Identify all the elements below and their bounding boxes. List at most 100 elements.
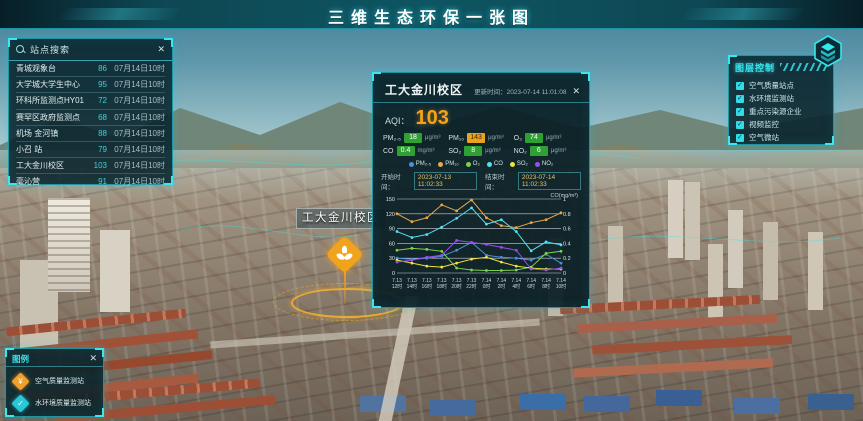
chart-svg: 030609012015000.20.40.60.81CO(mg/m³)7.13… <box>381 193 579 305</box>
layer-panel-title: 图层控制 <box>735 61 775 74</box>
pollutant-cell: PM₁₀ 143 μg/m³ <box>448 133 513 143</box>
station-aqi: 86 <box>87 64 107 73</box>
landmark-building <box>48 198 90 292</box>
station-aqi: 72 <box>87 96 107 105</box>
layer-label: 重点污染源企业 <box>749 106 802 117</box>
station-name: 大学城大学生中心 <box>16 79 87 90</box>
station-name: 毫沁营 <box>16 176 87 187</box>
legend-dot <box>409 162 414 167</box>
end-time-input[interactable]: 2023-07-14 11:02:33 <box>518 172 581 190</box>
svg-text:0.2: 0.2 <box>563 256 571 262</box>
layer-item[interactable]: 重点污染源企业 <box>736 105 826 118</box>
station-aqi: 79 <box>87 145 107 154</box>
layer-item[interactable]: 视频监控 <box>736 118 826 131</box>
checkbox-checked-icon[interactable] <box>736 134 744 142</box>
map-legend-items: ¥空气质量监测站✓水环境质量监测站 <box>6 367 103 417</box>
svg-text:20时: 20时 <box>451 283 462 290</box>
layer-item[interactable]: 空气微站 <box>736 131 826 144</box>
map-legend-item: ✓ 水环境质量监测站 <box>12 392 97 414</box>
svg-text:30: 30 <box>389 256 395 262</box>
station-row[interactable]: 环科所监测点HY01 72 07月14日10时 <box>16 93 165 109</box>
pollutant-cell: SO₂ 8 μg/m³ <box>448 146 513 156</box>
air-station-icon: ¥ <box>11 372 29 390</box>
tower-buildings <box>668 180 683 258</box>
svg-text:90: 90 <box>389 227 395 233</box>
air-station-marker-icon[interactable] <box>325 235 363 273</box>
station-time: 07月14日10时 <box>107 144 165 155</box>
legend-dot <box>510 162 515 167</box>
checkbox-checked-icon[interactable] <box>736 82 744 90</box>
aqi-value: 103 <box>416 107 449 130</box>
chart-legend-item[interactable]: PM₂.₅ <box>409 161 431 167</box>
svg-text:8时: 8时 <box>542 283 550 290</box>
chart-legend-item[interactable]: CO <box>487 161 503 167</box>
station-row[interactable]: 工大金川校区 103 07月14日10时 <box>16 158 165 174</box>
page-title: 三维生态环保一张图 <box>0 4 863 28</box>
station-name: 小召 站 <box>16 144 87 155</box>
map-legend-label: 水环境质量监测站 <box>35 398 91 408</box>
station-time: 07月14日10时 <box>107 112 165 123</box>
station-aqi: 103 <box>87 161 107 170</box>
svg-text:22时: 22时 <box>466 283 477 290</box>
station-name: 工大金川校区 <box>16 160 87 171</box>
station-row[interactable]: 毫沁营 91 07月14日10时 <box>16 174 165 189</box>
layer-item[interactable]: 空气质量站点 <box>736 79 826 92</box>
layer-label: 视频监控 <box>749 119 779 130</box>
svg-text:120: 120 <box>386 212 395 218</box>
station-name: 环科所监测点HY01 <box>16 95 87 106</box>
legend-label: CO <box>494 161 503 167</box>
chart-legend: PM₂.₅ PM₁₀ O₃ CO SO₂ NO₂ <box>373 156 589 169</box>
pollutant-name: PM₂.₅ <box>383 135 401 142</box>
pollutant-cell: NO₂ 6 μg/m³ <box>514 146 579 156</box>
checkbox-checked-icon[interactable] <box>736 95 744 103</box>
pollutant-value-badge: 8 <box>464 146 482 156</box>
station-row[interactable]: 小召 站 79 07月14日10时 <box>16 142 165 158</box>
svg-text:18时: 18时 <box>436 283 447 290</box>
svg-text:12时: 12时 <box>392 283 403 290</box>
svg-text:CO(mg/m³): CO(mg/m³) <box>551 193 579 199</box>
pollutant-name: CO <box>383 148 394 155</box>
pollutant-unit: μg/m³ <box>488 135 503 141</box>
search-icon <box>16 45 25 54</box>
industrial-buildings <box>520 394 566 410</box>
pollutant-trend-chart: 030609012015000.20.40.60.81CO(mg/m³)7.13… <box>373 193 589 305</box>
layer-item[interactable]: 水环境监测站 <box>736 92 826 105</box>
pollutant-value-badge: 74 <box>525 133 543 143</box>
legend-dot <box>535 162 540 167</box>
aqi-row: AQI： 103 <box>373 103 589 130</box>
legend-dot <box>466 162 471 167</box>
start-time-input[interactable]: 2023-07-13 11:02:33 <box>414 172 477 190</box>
pollutant-cell: CO 0.4 mg/m³ <box>383 146 448 156</box>
close-icon[interactable]: ✕ <box>572 87 580 96</box>
pollutant-value-badge: 6 <box>530 146 548 156</box>
pollutant-grid: PM₂.₅ 18 μg/m³PM₁₀ 143 μg/m³O₃ 74 μg/m³C… <box>373 130 589 156</box>
layer-label: 空气质量站点 <box>749 80 794 91</box>
chart-legend-item[interactable]: PM₁₀ <box>438 161 459 167</box>
station-row[interactable]: 赛罕区政府监测点 68 07月14日10时 <box>16 110 165 126</box>
map-viewport[interactable]: 三维生态环保一张图 工大金川校区 站点搜索 ✕ 青城观象台 86 07月14日1… <box>0 0 863 421</box>
station-name: 机场 金河镇 <box>16 128 87 139</box>
chart-legend-item[interactable]: O₃ <box>466 161 480 167</box>
legend-dot <box>438 162 443 167</box>
station-row[interactable]: 机场 金河镇 88 07月14日10时 <box>16 126 165 142</box>
chart-legend-item[interactable]: SO₂ <box>510 161 528 167</box>
svg-text:0.8: 0.8 <box>563 212 571 218</box>
svg-text:6时: 6时 <box>527 283 535 290</box>
station-search-label[interactable]: 站点搜索 <box>30 43 152 56</box>
layer-control-panel: 图层控制 空气质量站点水环境监测站重点污染源企业视频监控空气微站 <box>728 55 834 145</box>
pollutant-value-badge: 143 <box>467 133 485 143</box>
pollutant-unit: μg/m³ <box>546 135 561 141</box>
pollutant-unit: μg/m³ <box>485 148 500 154</box>
station-row[interactable]: 青城观象台 86 07月14日10时 <box>16 61 165 77</box>
layers-icon[interactable] <box>811 34 845 68</box>
checkbox-checked-icon[interactable] <box>736 121 744 129</box>
checkbox-checked-icon[interactable] <box>736 108 744 116</box>
map-legend-title: 图例 <box>12 353 89 365</box>
popup-header: 工大金川校区 更新时间：2023-07-14 11:01:08 ✕ <box>373 73 589 103</box>
station-row[interactable]: 大学城大学生中心 95 07月14日10时 <box>16 77 165 93</box>
chart-legend-item[interactable]: NO₂ <box>535 161 553 167</box>
pollutant-value-badge: 0.4 <box>397 146 415 156</box>
water-station-icon: ✓ <box>11 394 29 412</box>
layer-label: 空气微站 <box>749 132 779 143</box>
svg-text:150: 150 <box>386 197 395 203</box>
